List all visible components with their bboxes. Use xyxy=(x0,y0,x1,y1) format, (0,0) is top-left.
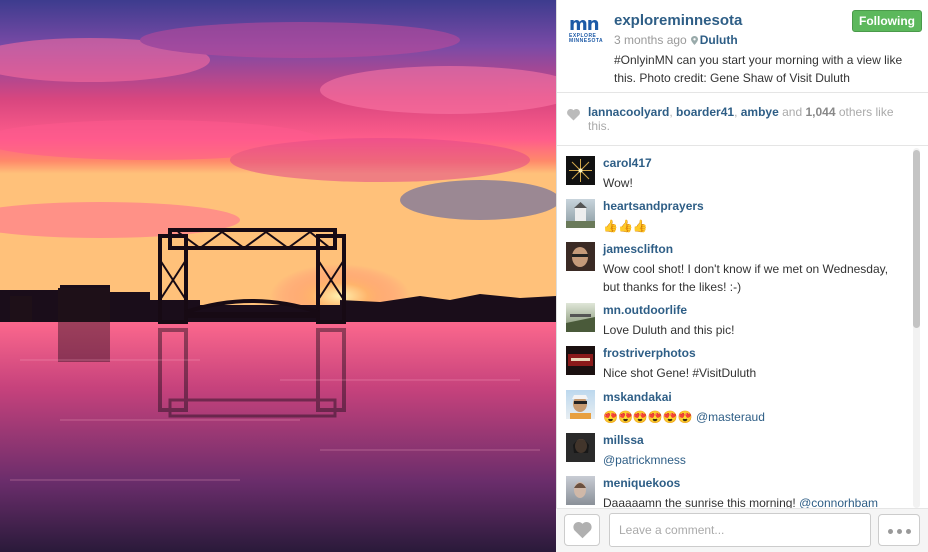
more-options-icon xyxy=(888,529,893,534)
comment-text: @patrickmness xyxy=(603,451,908,469)
liker-link[interactable]: ambye xyxy=(741,105,779,119)
comment-text: Wow cool shot! I don't know if we met on… xyxy=(603,262,889,294)
likes-separator: , xyxy=(734,105,741,119)
comment-username[interactable]: frostriverphotos xyxy=(603,346,696,360)
sunset-bridge-photo xyxy=(0,0,556,552)
post-detail-panel: mn EXPLORE MINNESOTA exploreminnesota Fo… xyxy=(556,0,928,552)
likes-count[interactable]: 1,044 xyxy=(805,105,835,119)
comment-input[interactable] xyxy=(609,513,871,547)
comment-text: Wow! xyxy=(603,176,633,190)
logo-mark: mn xyxy=(569,14,600,35)
comments-scrollbar[interactable] xyxy=(913,148,920,508)
comment-username[interactable]: jamesclifton xyxy=(603,242,673,256)
account-logo[interactable]: mn EXPLORE MINNESOTA xyxy=(569,16,603,44)
more-options-button[interactable] xyxy=(878,514,920,546)
comment-mention[interactable]: @patrickmness xyxy=(603,453,686,467)
more-options-icon xyxy=(897,529,902,534)
comment-text: 👍👍👍 xyxy=(603,219,648,233)
comment-mention[interactable]: @connorhbam xyxy=(799,496,878,508)
comment-composer xyxy=(556,508,928,552)
more-options-icon xyxy=(906,529,911,534)
scrollbar-thumb[interactable] xyxy=(913,150,920,328)
comments-list[interactable]: carol417 Wow! heartsandprayers 👍👍👍 james… xyxy=(557,146,915,508)
following-button[interactable]: Following xyxy=(852,10,922,32)
logo-line-2: MINNESOTA xyxy=(569,38,604,44)
avatar[interactable] xyxy=(566,390,595,419)
avatar[interactable] xyxy=(566,476,595,505)
avatar[interactable] xyxy=(566,156,595,185)
comment-username[interactable]: millssa xyxy=(603,433,644,447)
post-username[interactable]: exploreminnesota xyxy=(614,12,742,29)
comment-text: Daaaaamn the sunrise this morning! @conn… xyxy=(603,496,878,508)
liker-link[interactable]: lannacoolyard xyxy=(588,105,669,119)
comment-username[interactable]: mn.outdoorlife xyxy=(603,303,687,317)
avatar[interactable] xyxy=(566,346,595,375)
post-caption: #OnlyinMN can you start your morning wit… xyxy=(614,53,903,85)
avatar[interactable] xyxy=(566,199,595,228)
avatar[interactable] xyxy=(566,242,595,271)
post-meta: 3 months ago Duluth xyxy=(614,33,738,47)
comment-username[interactable]: meniquekoos xyxy=(603,476,680,490)
heart-icon xyxy=(573,522,592,539)
likes-and: and xyxy=(778,105,806,119)
likes-section: lannacoolyard, boarder41, ambye and 1,04… xyxy=(557,93,928,146)
location-pin-icon xyxy=(690,36,698,45)
like-button[interactable] xyxy=(564,514,600,546)
post-time[interactable]: 3 months ago xyxy=(614,33,687,47)
comment-text: 😍😍😍😍😍😍 @masteraud xyxy=(603,410,765,424)
avatar[interactable] xyxy=(566,303,595,332)
post-location[interactable]: Duluth xyxy=(700,33,738,47)
heart-icon xyxy=(567,109,580,121)
comment-mention[interactable]: @masteraud xyxy=(696,410,765,424)
likes-text: lannacoolyard, boarder41, ambye and 1,04… xyxy=(588,105,918,133)
avatar[interactable] xyxy=(566,433,595,462)
comment-username[interactable]: heartsandprayers xyxy=(603,199,704,213)
liker-link[interactable]: boarder41 xyxy=(676,105,734,119)
comment-text: Nice shot Gene! #VisitDuluth xyxy=(603,366,757,380)
comment-username[interactable]: mskandakai xyxy=(603,390,672,404)
post-photo[interactable] xyxy=(0,0,556,552)
post-header: mn EXPLORE MINNESOTA exploreminnesota Fo… xyxy=(557,0,928,93)
comment-text: Love Duluth and this pic! xyxy=(603,323,735,337)
comment-username[interactable]: carol417 xyxy=(603,156,652,170)
